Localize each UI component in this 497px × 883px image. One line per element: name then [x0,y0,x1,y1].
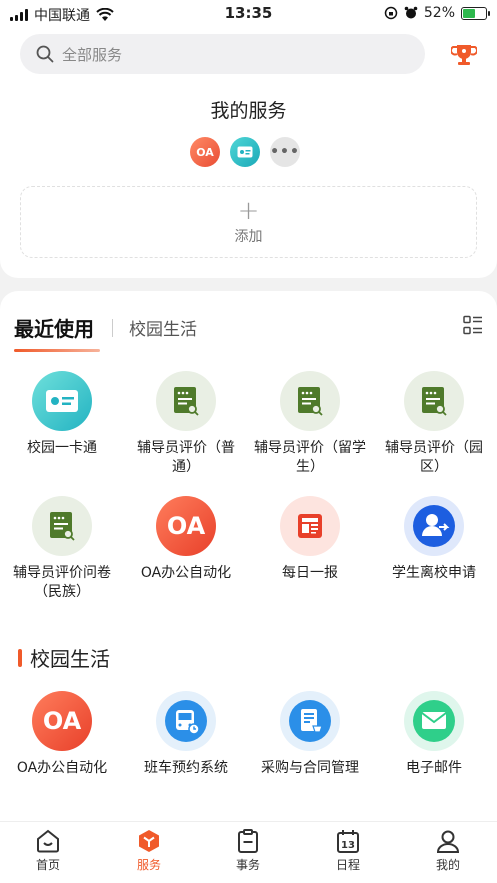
card-icon [32,371,92,431]
services-card: 最近使用 校园生活 校园一卡通 辅导员评价（普通） 辅导员评价（留学生） 辅导员 [0,291,497,821]
profile-icon [436,830,460,853]
nav-affairs[interactable]: 事务 [213,828,283,873]
nav-label: 我的 [435,858,460,872]
heading-accent-bar [18,648,22,667]
app-daily-report[interactable]: 每日一报 [248,496,372,583]
tabs: 最近使用 校园生活 [14,313,197,342]
app-label: 辅导员评价（留学生） [254,440,366,475]
nav-label: 首页 [35,858,60,872]
add-label: 添加 [234,229,263,245]
mail-icon [404,691,464,751]
grid-list-icon[interactable] [463,315,483,335]
battery-percent: 52% [423,5,455,21]
add-service-button[interactable]: + 添加 [20,186,477,258]
services-icon [139,830,159,852]
campus-life-heading: 校园生活 [18,643,110,672]
status-right: 52% [384,5,490,21]
tab-campus-life[interactable]: 校园生活 [129,315,197,340]
tab-underline [14,349,100,352]
app-label: OA办公自动化 [140,565,232,581]
my-services-card: 全部服务 我的服务 OA ••• + 添加 [0,28,497,278]
app-label: 采购与合同管理 [261,760,359,776]
doc-icon [280,371,340,431]
card-icon[interactable] [230,137,260,167]
app-label: 辅导员评价（园区） [385,440,483,475]
my-services-title: 我的服务 [210,100,287,122]
alarm-icon [404,6,418,19]
doc-icon [156,371,216,431]
battery-icon [461,6,490,20]
app-student-leave[interactable]: 学生离校申请 [372,496,496,583]
campus-life-title: 校园生活 [30,647,110,671]
nav-home[interactable]: 首页 [13,828,83,873]
app-oa[interactable]: OA OA办公自动化 [0,691,124,778]
oa-icon: OA [32,691,92,751]
app-procurement[interactable]: 采购与合同管理 [248,691,372,778]
app-oa[interactable]: OA OA办公自动化 [124,496,248,583]
doc-icon [32,496,92,556]
bus-icon [156,691,216,751]
app-label: 校园一卡通 [27,440,97,456]
app-counselor-eval-intl[interactable]: 辅导员评价（留学生） [248,371,372,477]
calendar-icon: 13 [337,830,359,853]
search-placeholder: 全部服务 [62,45,123,64]
app-email[interactable]: 电子邮件 [372,691,496,778]
app-label: 班车预约系统 [144,760,228,776]
nav-schedule[interactable]: 13 日程 [313,828,383,873]
trophy-icon[interactable] [451,42,477,68]
search-icon [36,45,54,63]
orientation-lock-icon [384,6,398,20]
purchase-icon [280,691,340,751]
tab-recent[interactable]: 最近使用 [14,313,94,342]
app-label: 辅导员评价（普通） [137,440,235,475]
more-icon[interactable]: ••• [270,137,300,167]
tab-divider [112,318,113,337]
nav-label: 日程 [335,858,360,872]
app-label: 每日一报 [282,565,338,581]
app-shuttle-booking[interactable]: 班车预约系统 [124,691,248,778]
app-counselor-eval-ethnic[interactable]: 辅导员评价问卷（民族） [0,496,124,602]
app-label: OA办公自动化 [16,760,108,776]
plus-icon: + [237,196,260,226]
app-label: 电子邮件 [406,760,462,776]
oa-icon[interactable]: OA [190,137,220,167]
oa-icon: OA [156,496,216,556]
app-label: 学生离校申请 [392,565,476,581]
leave-icon [404,496,464,556]
doc-icon [404,371,464,431]
svg-text:13: 13 [341,840,355,851]
app-campus-card[interactable]: 校园一卡通 [0,371,124,458]
bottom-nav: 首页 服务 事务 13 日程 我的 [0,821,497,883]
news-icon [280,496,340,556]
status-bar: 中国联通 13:35 52% [0,0,497,28]
home-icon [37,829,59,853]
app-label: 辅导员评价问卷（民族） [13,565,111,600]
app-counselor-eval-general[interactable]: 辅导员评价（普通） [124,371,248,477]
nav-label: 事务 [235,858,260,872]
clipboard-icon [238,829,258,853]
app-counselor-eval-park[interactable]: 辅导员评价（园区） [372,371,496,477]
nav-services[interactable]: 服务 [114,828,184,873]
search-input[interactable]: 全部服务 [20,34,425,74]
nav-me[interactable]: 我的 [413,828,483,873]
my-services-icons: OA ••• [190,137,300,167]
nav-label: 服务 [136,858,161,872]
